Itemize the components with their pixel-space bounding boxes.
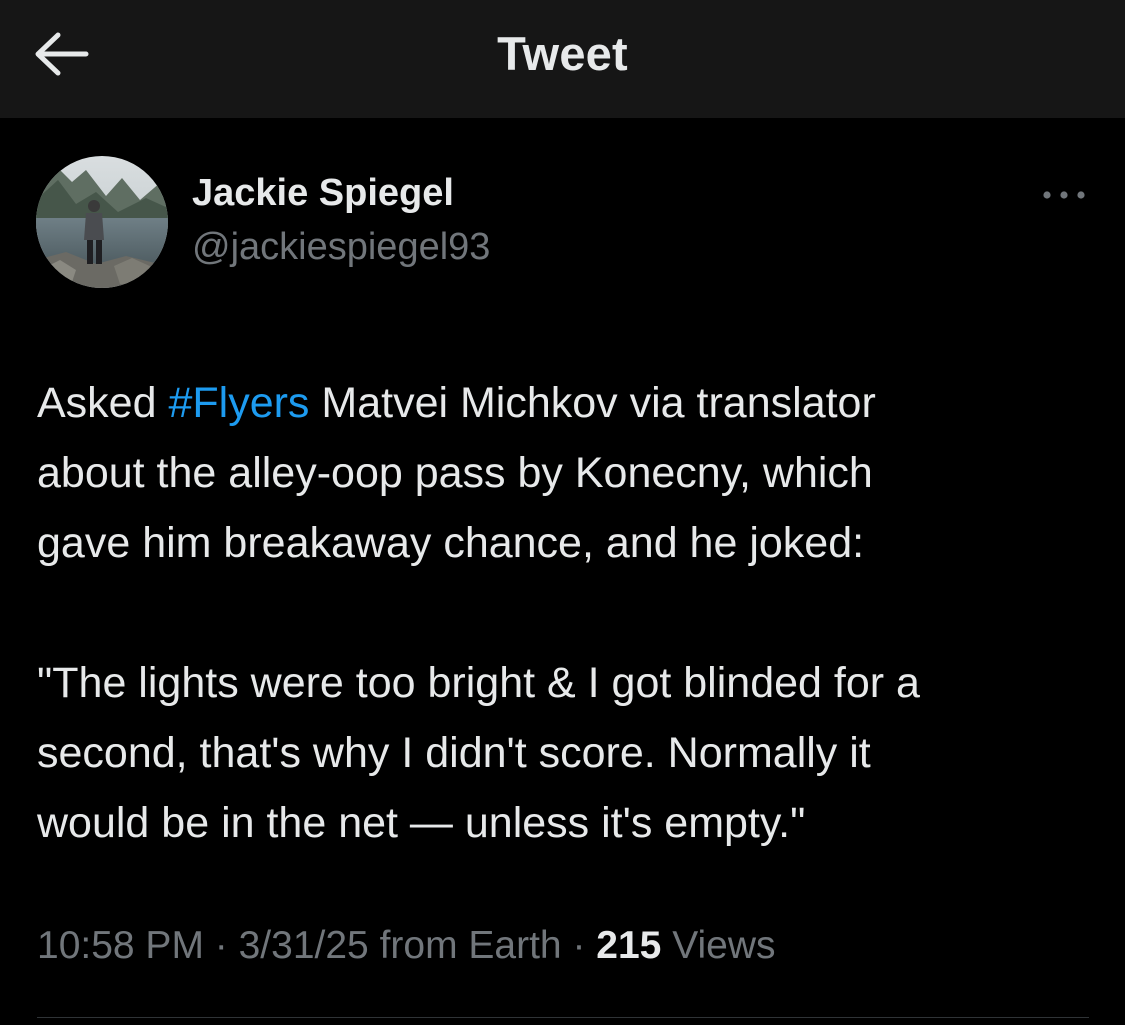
user-handle[interactable]: @jackiespiegel93 — [192, 226, 490, 269]
profile-photo — [36, 156, 168, 288]
top-bar: Tweet — [0, 0, 1125, 118]
views-count: 215 — [596, 924, 662, 967]
tweet-text-body: Matvei Michkov via translator about the … — [37, 379, 920, 847]
more-button[interactable] — [1034, 180, 1094, 210]
divider — [37, 1017, 1089, 1018]
meta-separator: · — [203, 924, 239, 967]
tweet-text-intro: Asked — [37, 379, 169, 427]
meta-separator: · — [561, 924, 597, 967]
more-horizontal-icon — [1043, 191, 1085, 199]
tweet-date[interactable]: 3/31/25 — [239, 924, 369, 967]
tweet-text: Asked #Flyers Matvei Michkov via transla… — [37, 368, 1097, 858]
views-label: Views — [661, 924, 776, 967]
tweet-time[interactable]: 10:58 PM — [37, 924, 204, 967]
page-title: Tweet — [497, 27, 628, 80]
tweet-metadata: 10:58 PM · 3/31/25 from Earth · 215 View… — [37, 924, 776, 968]
display-name[interactable]: Jackie Spiegel — [192, 172, 454, 215]
avatar[interactable] — [36, 156, 168, 288]
tweet-source: from Earth — [368, 924, 562, 967]
hashtag-link[interactable]: #Flyers — [168, 379, 309, 427]
